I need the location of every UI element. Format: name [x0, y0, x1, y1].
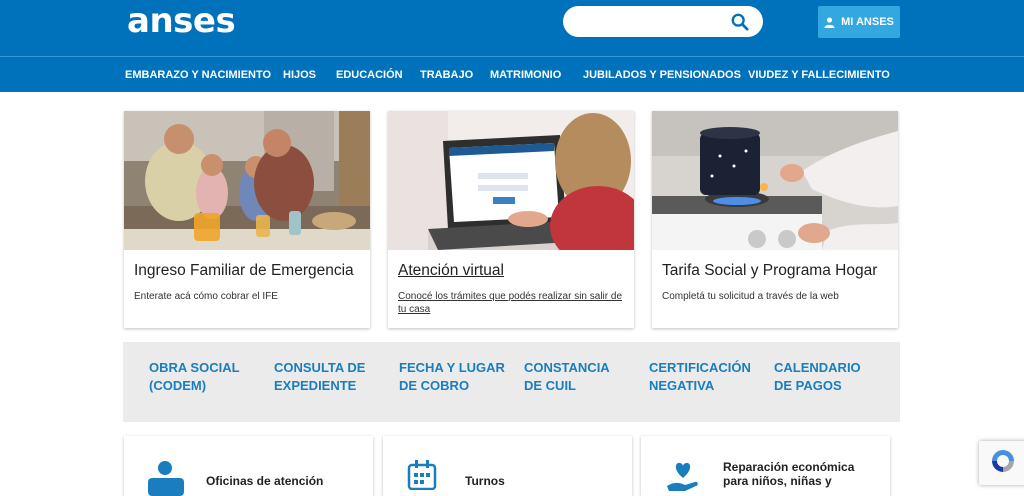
quick-link-certificacion-negativa[interactable]: CERTIFICACIÓN NEGATIVA: [649, 359, 764, 395]
card-atencion-virtual-subtitle[interactable]: Conocé los trámites que podés realizar s…: [398, 290, 624, 316]
card-tarifa-social[interactable]: Tarifa Social y Programa Hogar Completá …: [652, 111, 898, 328]
user-icon: [824, 16, 835, 28]
quick-link-fecha-lugar-cobro[interactable]: FECHA Y LUGAR DE COBRO: [399, 359, 514, 395]
recaptcha-icon: [992, 450, 1014, 472]
quick-link-line: FECHA Y LUGAR: [399, 360, 505, 375]
nav-item-trabajo[interactable]: TRABAJO: [420, 69, 473, 81]
calendar-icon: [407, 460, 437, 490]
card-tarifa-social-subtitle: Completá tu solicitud a través de la web: [662, 291, 839, 302]
mi-anses-label: MI ANSES: [841, 16, 894, 28]
card-tarifa-social-title: Tarifa Social y Programa Hogar: [662, 262, 878, 279]
anses-logo[interactable]: anses: [127, 1, 236, 41]
quick-link-line: (CODEM): [149, 378, 207, 393]
heart-hands-icon: [667, 462, 698, 491]
search-input[interactable]: [577, 12, 731, 32]
recaptcha-badge[interactable]: [979, 441, 1024, 485]
quick-link-line: CONSTANCIA: [524, 360, 610, 375]
card-tarifa-social-image: [652, 111, 898, 250]
bottom-card-oficinas[interactable]: Oficinas de atención: [124, 436, 373, 496]
quick-link-line: EXPEDIENTE: [274, 378, 357, 393]
quick-link-line: DE COBRO: [399, 378, 470, 393]
quick-link-line: DE PAGOS: [774, 378, 842, 393]
quick-link-line: CALENDARIO: [774, 360, 861, 375]
quick-link-line: CERTIFICACIÓN: [649, 360, 751, 375]
bottom-card-reparacion[interactable]: Reparación económica para niños, niñas y: [641, 436, 890, 496]
card-atencion-virtual-title[interactable]: Atención virtual: [398, 262, 504, 280]
card-atencion-virtual[interactable]: Atención virtual Conocé los trámites que…: [388, 111, 634, 328]
quick-link-line: OBRA SOCIAL: [149, 360, 240, 375]
card-ife[interactable]: Ingreso Familiar de Emergencia Enterate …: [124, 111, 370, 328]
quick-link-consulta-expediente[interactable]: CONSULTA DE EXPEDIENTE: [274, 359, 389, 395]
bottom-card-turnos[interactable]: Turnos: [383, 436, 632, 496]
nav-item-viudez[interactable]: VIUDEZ Y FALLECIMIENTO: [748, 69, 890, 81]
mi-anses-button[interactable]: MI ANSES: [818, 6, 900, 38]
quick-link-line: CONSULTA DE: [274, 360, 366, 375]
nav-item-educacion[interactable]: EDUCACIÓN: [336, 69, 403, 81]
bottom-card-reparacion-label: Reparación económica para niños, niñas y: [723, 460, 855, 488]
search-bar[interactable]: [563, 6, 763, 37]
search-icon[interactable]: [731, 13, 749, 31]
nav-item-hijos[interactable]: HIJOS: [283, 69, 316, 81]
nav-item-matrimonio[interactable]: MATRIMONIO: [490, 69, 561, 81]
quick-link-calendario-pagos[interactable]: CALENDARIO DE PAGOS: [774, 359, 889, 395]
quick-link-line: DE CUIL: [524, 378, 576, 393]
office-person-icon: [148, 461, 184, 496]
quick-link-obra-social[interactable]: OBRA SOCIAL (CODEM): [149, 359, 264, 395]
card-ife-image: [124, 111, 370, 250]
main-nav: EMBARAZO Y NACIMIENTO HIJOS EDUCACIÓN TR…: [0, 56, 1024, 92]
nav-item-jubilados[interactable]: JUBILADOS Y PENSIONADOS: [583, 69, 741, 81]
nav-item-embarazo[interactable]: EMBARAZO Y NACIMIENTO: [125, 69, 271, 81]
site-header: anses MI ANSES: [0, 0, 1024, 56]
quick-link-constancia-cuil[interactable]: CONSTANCIA DE CUIL: [524, 359, 639, 395]
bottom-card-oficinas-label: Oficinas de atención: [206, 474, 324, 488]
quick-links-panel: OBRA SOCIAL (CODEM) CONSULTA DE EXPEDIEN…: [123, 342, 900, 422]
bottom-card-turnos-label: Turnos: [465, 474, 505, 488]
quick-link-line: NEGATIVA: [649, 378, 715, 393]
card-atencion-virtual-image: [388, 111, 634, 250]
card-ife-title: Ingreso Familiar de Emergencia: [134, 262, 354, 279]
card-ife-subtitle: Enterate acá cómo cobrar el IFE: [134, 291, 278, 302]
